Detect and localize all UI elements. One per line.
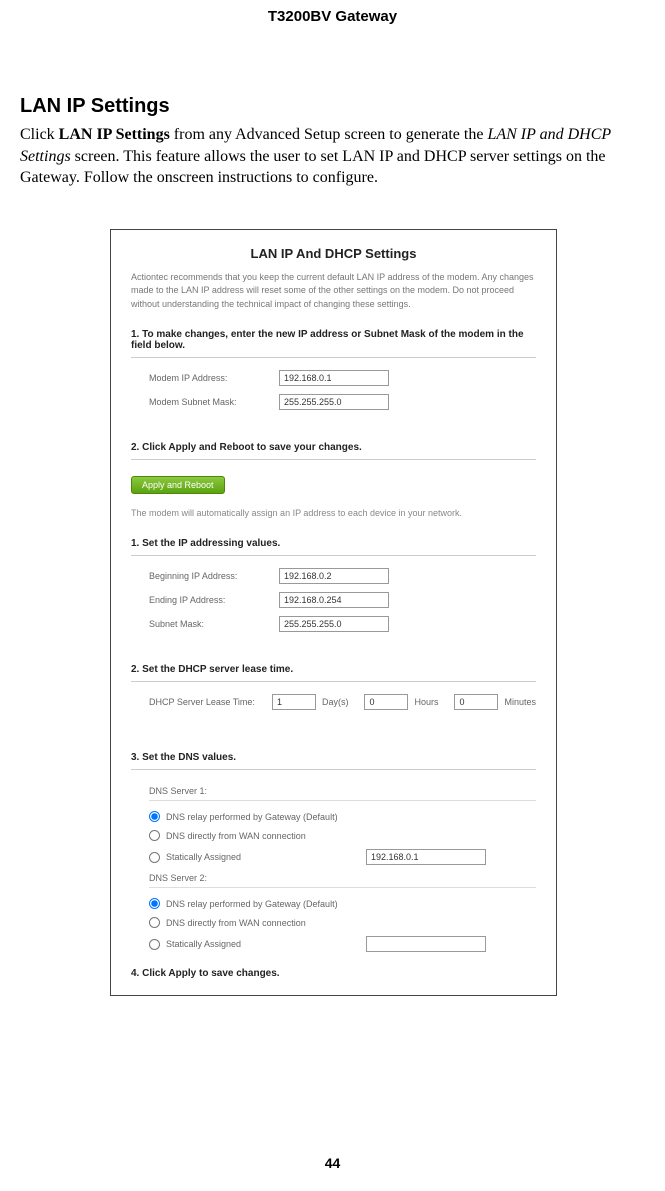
- subnet-label: Subnet Mask:: [149, 619, 279, 629]
- end-ip-row: Ending IP Address:: [131, 592, 536, 608]
- modem-ip-row: Modem IP Address:: [131, 370, 536, 386]
- step-2-header: 2. Click Apply and Reboot to save your c…: [131, 436, 536, 460]
- dns2-relay-radio[interactable]: [149, 898, 160, 909]
- dns2-relay-label: DNS relay performed by Gateway (Default): [166, 899, 366, 909]
- auto-assign-text: The modem will automatically assign an I…: [131, 508, 536, 518]
- end-ip-input[interactable]: [279, 592, 389, 608]
- subnet-row: Subnet Mask:: [131, 616, 536, 632]
- page-header: T3200BV Gateway: [0, 0, 665, 25]
- lease-hours-input[interactable]: [364, 694, 408, 710]
- dns2-wan-label: DNS directly from WAN connection: [166, 918, 366, 928]
- dns1-relay-radio[interactable]: [149, 811, 160, 822]
- modem-ip-input[interactable]: [279, 370, 389, 386]
- page-number: 44: [0, 1155, 665, 1171]
- begin-ip-input[interactable]: [279, 568, 389, 584]
- dns2-static-label: Statically Assigned: [166, 939, 366, 949]
- lease-days-input[interactable]: [272, 694, 316, 710]
- modem-ip-label: Modem IP Address:: [149, 373, 279, 383]
- body-bold: LAN IP Settings: [59, 126, 170, 143]
- panel-title: LAN IP And DHCP Settings: [131, 246, 536, 261]
- subnet-input[interactable]: [279, 616, 389, 632]
- lease-days-unit: Day(s): [322, 697, 349, 707]
- dns2-static-input[interactable]: [366, 936, 486, 952]
- end-ip-label: Ending IP Address:: [149, 595, 279, 605]
- step-4-header: 4. Click Apply to save changes.: [131, 962, 536, 985]
- modem-mask-input[interactable]: [279, 394, 389, 410]
- lease-label: DHCP Server Lease Time:: [149, 697, 266, 707]
- step-3-header: 3. Set the DNS values.: [131, 746, 536, 770]
- body-suffix: screen. This feature allows the user to …: [20, 148, 606, 187]
- step-2b-header: 2. Set the DHCP server lease time.: [131, 658, 536, 682]
- section-title: LAN IP Settings: [20, 95, 645, 118]
- begin-ip-label: Beginning IP Address:: [149, 571, 279, 581]
- body-paragraph: Click LAN IP Settings from any Advanced …: [20, 124, 645, 189]
- dns1-relay-label: DNS relay performed by Gateway (Default): [166, 812, 366, 822]
- modem-mask-row: Modem Subnet Mask:: [131, 394, 536, 410]
- body-mid: from any Advanced Setup screen to genera…: [170, 126, 488, 143]
- apply-reboot-button[interactable]: Apply and Reboot: [131, 476, 225, 494]
- dns1-static-radio[interactable]: [149, 852, 160, 863]
- dns1-static-label: Statically Assigned: [166, 852, 366, 862]
- page-content: LAN IP Settings Click LAN IP Settings fr…: [0, 25, 665, 996]
- begin-ip-row: Beginning IP Address:: [131, 568, 536, 584]
- panel-intro: Actiontec recommends that you keep the c…: [131, 271, 536, 312]
- lease-minutes-input[interactable]: [454, 694, 498, 710]
- dns1-header: DNS Server 1:: [149, 782, 536, 801]
- dns1-wan-label: DNS directly from WAN connection: [166, 831, 366, 841]
- step-1-header: 1. To make changes, enter the new IP add…: [131, 323, 536, 358]
- lease-minutes-unit: Minutes: [504, 697, 536, 707]
- dns2-wan-radio[interactable]: [149, 917, 160, 928]
- dns1-static-input[interactable]: [366, 849, 486, 865]
- dns1-wan-radio[interactable]: [149, 830, 160, 841]
- step-1b-header: 1. Set the IP addressing values.: [131, 532, 536, 556]
- body-prefix: Click: [20, 126, 59, 143]
- modem-mask-label: Modem Subnet Mask:: [149, 397, 279, 407]
- lease-hours-unit: Hours: [414, 697, 438, 707]
- dns1-block: DNS Server 1: DNS relay performed by Gat…: [131, 782, 536, 956]
- dns2-header: DNS Server 2:: [149, 869, 536, 888]
- lease-row: DHCP Server Lease Time: Day(s) Hours Min…: [131, 694, 536, 710]
- dns2-static-radio[interactable]: [149, 939, 160, 950]
- settings-panel: LAN IP And DHCP Settings Actiontec recom…: [110, 229, 557, 997]
